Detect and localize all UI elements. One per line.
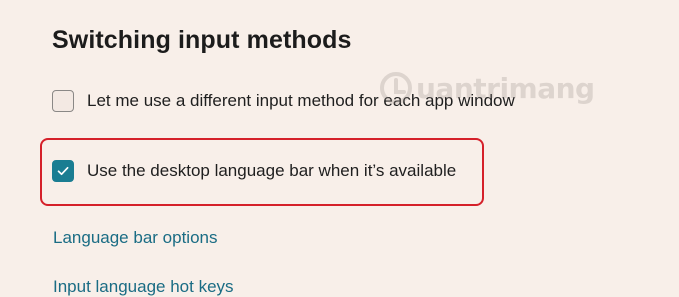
section-heading: Switching input methods	[52, 26, 352, 54]
desktop-language-bar-checkbox[interactable]	[52, 160, 74, 182]
language-bar-options-link[interactable]: Language bar options	[53, 228, 217, 248]
desktop-language-bar-label: Use the desktop language bar when it’s a…	[87, 161, 457, 180]
checkmark-icon	[57, 166, 69, 176]
per-app-input-method-checkbox[interactable]	[52, 90, 74, 112]
input-language-hot-keys-link[interactable]: Input language hot keys	[53, 277, 234, 297]
per-app-input-method-label: Let me use a different input method for …	[87, 91, 515, 110]
desktop-language-bar-option[interactable]: Use the desktop language bar when it’s a…	[52, 160, 456, 182]
per-app-input-method-option[interactable]: Let me use a different input method for …	[52, 90, 515, 112]
